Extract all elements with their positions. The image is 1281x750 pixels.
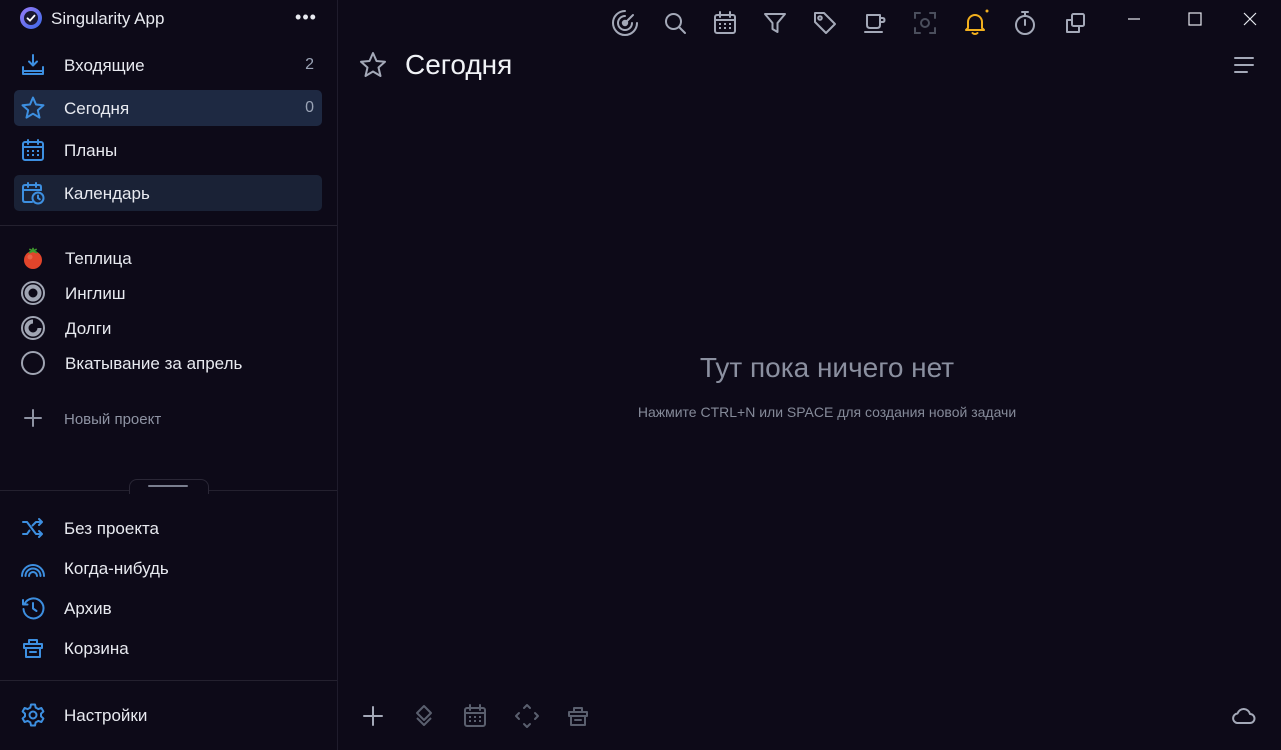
search-icon[interactable]: [660, 8, 690, 38]
app-header: Singularity App •••: [20, 6, 320, 32]
calendar-grid-icon: [22, 139, 44, 161]
nav-item-someday[interactable]: Когда-нибудь: [14, 550, 322, 586]
cloud-icon[interactable]: [1229, 702, 1257, 730]
inbox-icon: [22, 54, 44, 75]
minimize-icon: [1128, 18, 1140, 20]
project-label: Долги: [65, 319, 112, 338]
app-logo-icon: [20, 7, 42, 29]
new-project-label: Новый проект: [64, 411, 162, 428]
move-arrows-icon[interactable]: [513, 702, 541, 730]
close-button[interactable]: [1227, 4, 1273, 34]
star-icon[interactable]: [358, 50, 388, 80]
empty-state-hint: Нажмите CTRL+N или SPACE для создания но…: [637, 404, 1017, 420]
tag-icon[interactable]: [810, 8, 840, 38]
nav-label-archive: Архив: [64, 599, 112, 618]
project-label: Вкатывание за апрель: [65, 354, 243, 373]
close-icon: [1243, 12, 1257, 26]
today-count-badge: 0: [305, 99, 314, 116]
history-icon: [22, 597, 45, 620]
timer-icon[interactable]: [1010, 8, 1040, 38]
focus-icon[interactable]: [910, 8, 940, 38]
app-title: Singularity App: [51, 9, 165, 28]
delete-icon[interactable]: [564, 702, 592, 730]
bell-icon[interactable]: [960, 8, 990, 38]
tomato-icon: [24, 247, 42, 269]
layers-icon[interactable]: [410, 702, 438, 730]
nav-item-calendar[interactable]: Календарь: [14, 175, 322, 211]
radar-icon[interactable]: [610, 8, 640, 38]
nav-item-plans[interactable]: Планы: [14, 132, 322, 168]
nav-label-someday: Когда-нибудь: [64, 559, 169, 578]
nav-item-inbox[interactable]: Входящие 2: [14, 47, 322, 83]
main-panel: Сегодня Тут пока ничего нет Нажмите CTRL…: [338, 0, 1281, 750]
circle-icon: [21, 351, 45, 375]
add-task-icon[interactable]: [359, 702, 387, 730]
nav-label-calendar: Календарь: [64, 184, 150, 203]
rainbow-icon: [21, 564, 45, 577]
minimize-button[interactable]: [1111, 4, 1157, 34]
nav-label-settings: Настройки: [64, 706, 148, 725]
nav-label-no-project: Без проекта: [64, 519, 160, 538]
calendar-icon[interactable]: [710, 8, 740, 38]
sidebar-divider: [0, 225, 337, 226]
nav-item-settings[interactable]: Настройки: [14, 697, 322, 733]
maximize-button[interactable]: [1172, 4, 1218, 34]
progress-ring-icon: [21, 316, 45, 340]
trash-icon: [23, 639, 43, 658]
inbox-count-badge: 2: [305, 56, 314, 73]
star-icon: [21, 96, 45, 119]
schedule-icon[interactable]: [461, 702, 489, 730]
maximize-icon: [1188, 12, 1202, 26]
nav-item-trash[interactable]: Корзина: [14, 630, 322, 666]
project-item-debts[interactable]: Долги: [20, 313, 320, 343]
empty-state-title: Тут пока ничего нет: [699, 352, 955, 383]
project-item-english[interactable]: Инглиш: [20, 278, 320, 308]
plus-icon: [24, 409, 42, 427]
nav-label-inbox: Входящие: [64, 56, 145, 75]
gear-icon: [21, 703, 45, 727]
nav-label-today: Сегодня: [64, 99, 130, 118]
filter-icon[interactable]: [760, 8, 790, 38]
nav-label-plans: Планы: [64, 141, 118, 160]
project-label: Инглиш: [65, 284, 126, 303]
progress-ring-icon: [21, 281, 45, 305]
nav-item-today[interactable]: Сегодня 0: [14, 90, 322, 126]
sidebar-divider: [0, 680, 337, 681]
app-more-menu-button[interactable]: •••: [292, 6, 320, 32]
copy-icon[interactable]: [1060, 8, 1090, 38]
project-item-greenhouse[interactable]: Теплица: [20, 243, 320, 273]
nav-item-archive[interactable]: Архив: [14, 590, 322, 626]
coffee-cup-icon[interactable]: [860, 8, 890, 38]
nav-item-no-project[interactable]: Без проекта: [14, 510, 322, 546]
sidebar: Singularity App ••• Входящие 2 Сегодня 0…: [0, 0, 338, 750]
handle-grip: [148, 485, 188, 487]
menu-lines-icon[interactable]: [1228, 52, 1258, 78]
project-label: Теплица: [65, 249, 132, 268]
nav-label-trash: Корзина: [64, 639, 129, 658]
resize-handle[interactable]: [129, 479, 209, 494]
shuffle-icon: [22, 518, 43, 538]
page-title: Сегодня: [405, 49, 513, 80]
project-item-april[interactable]: Вкатывание за апрель: [20, 348, 320, 378]
new-project-button[interactable]: Новый проект: [20, 403, 320, 433]
calendar-clock-icon: [22, 182, 45, 205]
